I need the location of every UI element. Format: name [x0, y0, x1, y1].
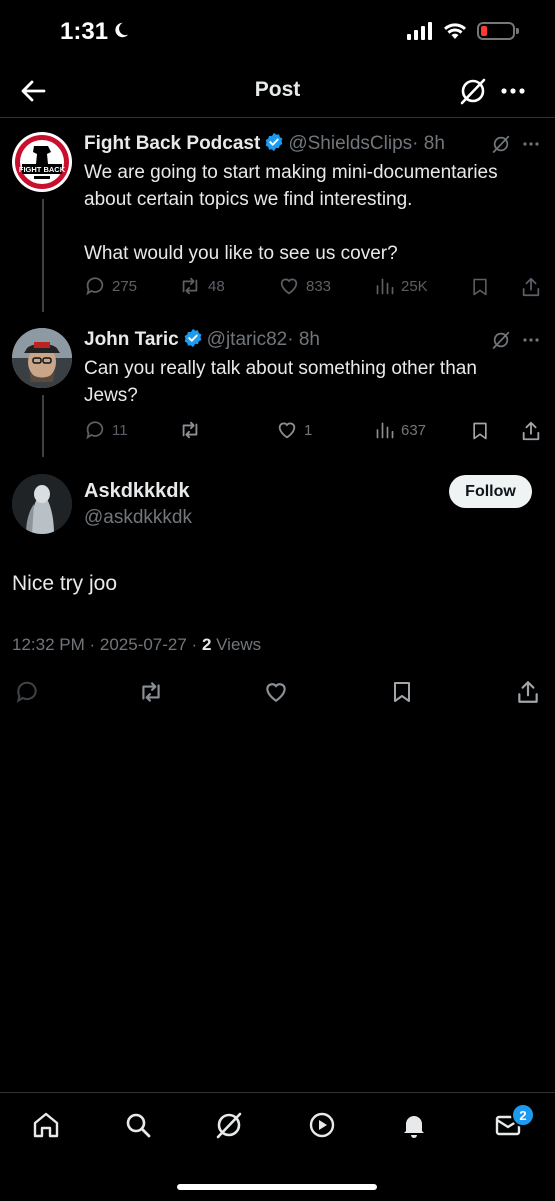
post-text-line: Jews? [84, 385, 138, 406]
repost-action[interactable]: 48 [178, 275, 225, 297]
more-options-icon[interactable] [498, 76, 528, 106]
post-text: We are going to start making mini-docume… [84, 159, 498, 267]
like-action[interactable]: 833 [278, 275, 331, 297]
post-text: Can you really talk about something othe… [84, 355, 477, 409]
grok-icon[interactable] [491, 330, 511, 350]
reply-icon [86, 277, 104, 296]
moon-icon [115, 22, 129, 38]
grok-icon[interactable] [491, 134, 511, 154]
more-options-icon[interactable] [520, 330, 542, 350]
thread-connector [42, 199, 44, 312]
thread-connector [42, 395, 44, 457]
reply-count: 11 [112, 421, 128, 439]
reply-action[interactable]: 11 [84, 419, 128, 441]
reply-icon[interactable] [14, 679, 40, 705]
like-count: 833 [306, 277, 332, 295]
bookmark-icon[interactable] [390, 679, 414, 705]
grok-icon[interactable] [214, 1110, 244, 1140]
home-indicator [177, 1184, 377, 1190]
heart-icon [278, 422, 296, 439]
author-handle[interactable]: @jtaric82 [207, 329, 288, 350]
heart-icon [280, 278, 298, 295]
repost-count: 48 [208, 277, 225, 295]
views-count: 25K [401, 277, 428, 295]
post-text-line: What would you like to see us cover? [84, 243, 398, 264]
status-indicators [407, 22, 519, 40]
avatar-logo-text: FIGHT BACK [19, 165, 66, 174]
share-icon[interactable] [515, 679, 541, 705]
status-time: 1:31 [60, 18, 109, 45]
post-text: Nice try joo [12, 572, 118, 595]
signal-icon [407, 22, 432, 40]
post-time: · 8h [412, 133, 445, 154]
more-options-icon[interactable] [520, 134, 542, 154]
verified-badge-icon [184, 328, 202, 348]
like-action[interactable]: 1 [276, 419, 312, 441]
post-text-line: We are going to start making mini-docume… [84, 162, 498, 183]
author-name[interactable]: Askdkkkdk [84, 480, 190, 503]
avatar-john-taric[interactable] [12, 328, 72, 388]
repost-icon [182, 421, 198, 439]
like-count: 1 [304, 421, 313, 439]
author-handle[interactable]: @ShieldsClips [288, 133, 412, 154]
fight-back-logo: FIGHT BACK [15, 135, 69, 189]
header-divider [0, 117, 555, 118]
views-icon [376, 278, 394, 295]
notifications-icon[interactable] [399, 1110, 429, 1140]
share-icon[interactable] [520, 276, 542, 298]
views-label: Views [211, 635, 262, 654]
share-icon[interactable] [520, 420, 542, 442]
bookmark-icon[interactable] [470, 276, 490, 298]
post-text-line: about certain topics we find interesting… [84, 189, 413, 210]
avatar-photo [12, 474, 72, 534]
post-header: Fight Back Podcast @ShieldsClips· 8h [84, 132, 445, 155]
battery-icon [477, 22, 519, 40]
bookmark-icon[interactable] [470, 420, 490, 442]
reply-count: 275 [112, 277, 138, 295]
post-header: John Taric @jtaric82· 8h [84, 328, 320, 351]
verified-badge-icon [265, 132, 283, 152]
heart-icon[interactable] [263, 679, 289, 705]
grok-icon[interactable] [458, 76, 488, 106]
avatar-photo [12, 328, 72, 388]
avatar-askdkkkdk[interactable] [12, 474, 72, 534]
wifi-icon [444, 23, 466, 39]
author-name[interactable]: John Taric [84, 329, 179, 350]
post-time: · 8h [287, 329, 320, 350]
views-count: 2 [201, 635, 212, 654]
reply-action[interactable]: 275 [84, 275, 137, 297]
views-icon [376, 422, 394, 439]
repost-action[interactable] [178, 419, 208, 441]
views-action[interactable]: 637 [375, 419, 426, 441]
author-name[interactable]: Fight Back Podcast [84, 133, 260, 154]
home-icon[interactable] [31, 1110, 61, 1140]
author-handle[interactable]: @askdkkkdk [84, 507, 192, 529]
views-count: 637 [401, 421, 427, 439]
post-text-line: Can you really talk about something othe… [84, 358, 477, 379]
post-timestamp: 12:32 PM · 2025-07-27 · [12, 635, 202, 654]
follow-button[interactable]: Follow [449, 475, 532, 508]
video-icon[interactable] [307, 1110, 337, 1140]
views-action[interactable]: 25K [375, 275, 428, 297]
messages-badge: 2 [511, 1103, 535, 1127]
repost-icon[interactable] [137, 679, 165, 705]
post-meta: 12:32 PM · 2025-07-27 · 2 Views [12, 635, 261, 655]
repost-icon [182, 277, 198, 295]
avatar-fight-back-podcast[interactable]: FIGHT BACK [12, 132, 72, 192]
search-icon[interactable] [123, 1110, 153, 1140]
reply-icon [86, 421, 104, 440]
